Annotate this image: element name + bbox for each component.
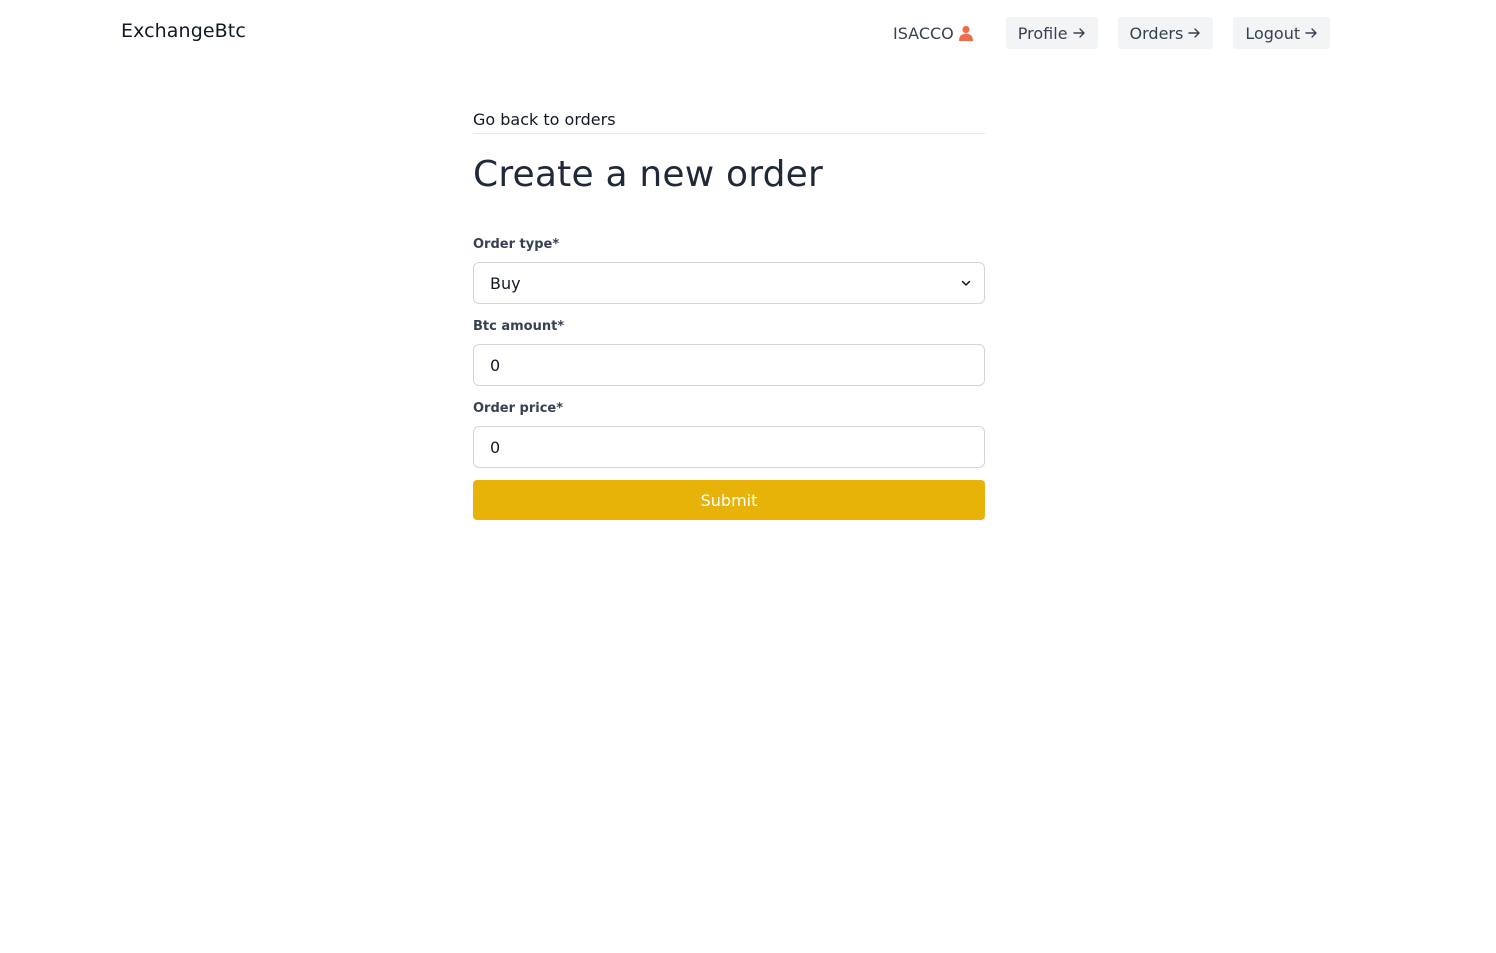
submit-button[interactable]: Submit [473,480,985,520]
username: ISACCO [893,23,954,43]
page-title: Create a new order [473,154,824,195]
back-to-orders-link[interactable]: Go back to orders [473,110,985,134]
user-icon [958,25,974,41]
orders-button-label: Orders [1129,23,1184,43]
arrow-right-icon [1305,27,1318,39]
order-type-value: Buy [490,273,521,293]
navbar: ExchangeBtc ISACCO Profile Orders Logout [0,0,1496,66]
user-info: ISACCO [893,24,974,43]
order-form-container: Go back to orders Create a new order Ord… [473,110,985,520]
logout-button[interactable]: Logout [1233,17,1331,49]
order-price-input[interactable]: 0 [473,426,985,468]
btc-amount-input[interactable]: 0 [473,344,985,386]
nav-right: ISACCO Profile Orders Logout [893,17,1331,49]
profile-button-label: Profile [1017,23,1068,43]
order-type-select[interactable]: Buy [473,262,985,304]
profile-button[interactable]: Profile [1005,17,1098,49]
orders-button[interactable]: Orders [1117,17,1214,49]
arrow-right-icon [1072,27,1086,39]
order-type-label: Order type* [473,237,560,252]
logout-button-label: Logout [1245,23,1301,43]
btc-amount-value: 0 [490,355,501,375]
order-price-label: Order price* [473,401,564,416]
chevron-down-icon [960,277,972,289]
order-price-value: 0 [490,437,501,457]
arrow-right-icon [1188,27,1201,39]
btc-amount-label: Btc amount* [473,319,565,334]
brand-logo[interactable]: ExchangeBtc [121,20,246,42]
